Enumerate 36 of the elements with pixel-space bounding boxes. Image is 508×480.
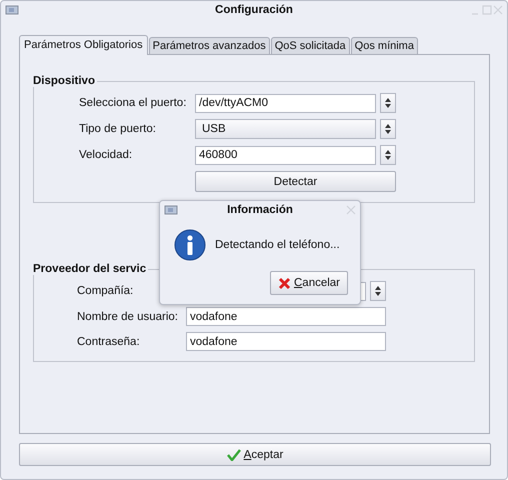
info-icon	[174, 229, 206, 261]
cancel-button[interactable]: Cancelar	[270, 271, 348, 295]
text-field[interactable]: vodafone	[186, 307, 386, 326]
field-label: Selecciona el puerto:	[79, 97, 188, 109]
window-icon	[164, 205, 178, 216]
window-title: Configuración	[215, 4, 293, 16]
field-label: Nombre de usuario:	[77, 310, 179, 322]
text-field[interactable]: vodafone	[186, 332, 386, 351]
dialog-message: Detectando el teléfono...	[215, 239, 340, 251]
spin-button[interactable]	[380, 119, 396, 139]
spin-arrows-icon	[385, 124, 391, 134]
field-label: Velocidad:	[79, 149, 134, 161]
tab[interactable]: Parámetros avanzados	[148, 37, 270, 55]
field-label: Contraseña:	[77, 336, 141, 348]
tab[interactable]: Parámetros Obligatorios	[19, 35, 148, 55]
spin-arrows-icon	[385, 150, 391, 160]
cross-icon	[278, 276, 291, 290]
tab[interactable]: Qos mínima	[350, 37, 418, 55]
tab[interactable]: QoS solicitada	[270, 37, 350, 55]
checkmark-icon	[226, 448, 241, 460]
spin-button[interactable]	[380, 145, 396, 165]
spin-arrows-icon	[385, 98, 391, 108]
spin-button[interactable]	[380, 93, 396, 113]
dropdown[interactable]: USB	[195, 119, 376, 139]
field-label: Compañía:	[77, 285, 134, 297]
combo-field[interactable]: /dev/ttyACM0	[195, 94, 376, 112]
accept-button[interactable]: Aceptar	[19, 443, 491, 466]
group-title: Dispositivo	[33, 75, 96, 87]
dialog-title: Información	[227, 204, 293, 216]
detect-button[interactable]: Detectar	[195, 171, 396, 192]
spin-button[interactable]	[370, 281, 386, 301]
group-title: Proveedor del servic	[33, 263, 148, 275]
combo-field[interactable]: 460800	[195, 146, 376, 164]
spin-arrows-icon	[375, 286, 381, 296]
field-label: Tipo de puerto:	[79, 123, 157, 135]
window-icon	[5, 5, 19, 16]
